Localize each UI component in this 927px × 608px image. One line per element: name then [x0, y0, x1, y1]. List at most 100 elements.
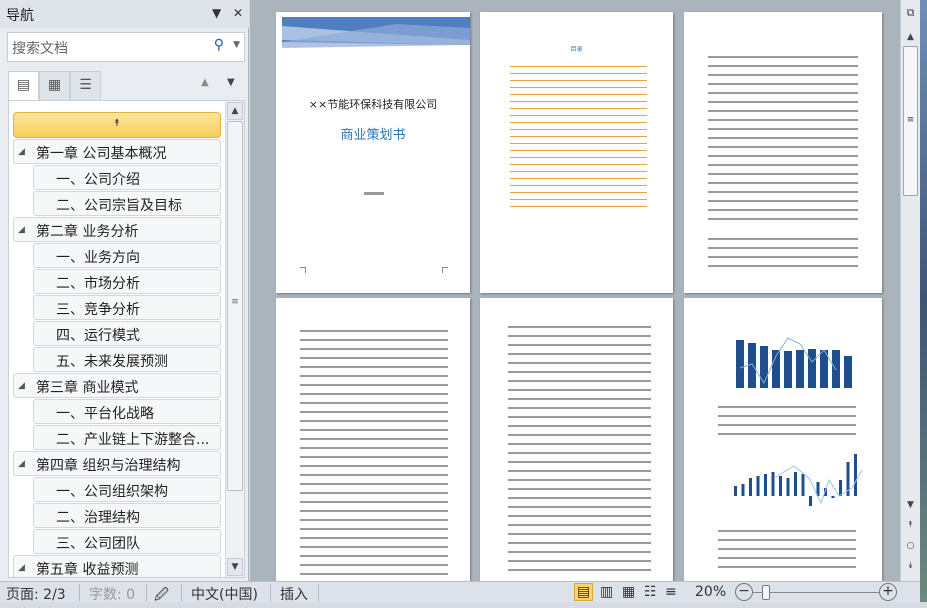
page-2-toc[interactable]: 目录 — [480, 12, 673, 293]
scroll-thumb[interactable]: ≡ — [227, 121, 243, 491]
page-1-cover[interactable]: ××节能环保科技有限公司 商业策划书 — [276, 12, 470, 293]
search-input[interactable]: 搜索文档 ⚲ ▼ — [7, 32, 245, 62]
chart-2 — [734, 454, 863, 506]
full-screen-reading-icon[interactable]: ▥ — [600, 584, 613, 600]
nav-heading-item[interactable]: 二、市场分析 — [33, 269, 221, 294]
previous-page-icon[interactable]: ⯭ — [903, 520, 918, 530]
browse-object-icon[interactable]: ○ — [903, 541, 918, 551]
chart-1 — [736, 337, 852, 388]
zoom-out-icon[interactable]: − — [735, 583, 753, 601]
chart-bar — [756, 476, 760, 496]
nav-heading-label: 四、运行模式 — [56, 328, 140, 344]
nav-scrollbar[interactable]: ▲ ≡ ▼ — [225, 101, 244, 577]
insert-mode[interactable]: 插入 — [280, 584, 308, 604]
scroll-up-icon[interactable]: ▲ — [227, 102, 243, 120]
scroll-down-icon[interactable]: ▼ — [227, 558, 243, 576]
tab-headings[interactable]: ▤ — [8, 71, 39, 101]
language-indicator[interactable]: 中文(中国) — [191, 584, 258, 604]
nav-heading-label: 五、未来发展预测 — [56, 354, 168, 370]
nav-heading-item[interactable]: 二、公司宗旨及目标 — [33, 191, 221, 216]
heading-list: ⯭ ◢ 第一章 公司基本概况一、公司介绍二、公司宗旨及目标 ◢ 第二章 业务分析一、业… — [8, 100, 245, 578]
chart-bar — [764, 474, 767, 496]
nav-heading-label: 二、治理结构 — [56, 510, 140, 526]
nav-heading-item[interactable]: 三、竞争分析 — [33, 295, 221, 320]
chart-bar — [794, 472, 797, 496]
zoom-slider-thumb[interactable] — [762, 585, 770, 600]
previous-icon[interactable]: ▲ — [201, 77, 209, 88]
document-area: ××节能环保科技有限公司 商业策划书 目录 — [250, 0, 900, 581]
next-icon[interactable]: ▼ — [227, 77, 235, 88]
page-5[interactable] — [480, 298, 673, 581]
tab-results[interactable]: ☰ — [70, 71, 101, 101]
zoom-slider[interactable] — [753, 592, 879, 593]
nav-heading-label: 三、竞争分析 — [56, 302, 140, 318]
chart-bar — [808, 349, 816, 388]
nav-heading-item[interactable]: ◢ 第一章 公司基本概况 — [13, 139, 221, 164]
pane-options-icon[interactable]: ▼ — [212, 6, 221, 20]
chart-bar — [786, 478, 790, 496]
tab-pages[interactable]: ▦ — [39, 71, 70, 101]
nav-heading-item[interactable]: 三、公司团队 — [33, 529, 221, 554]
chart-bar — [839, 480, 842, 496]
print-layout-icon[interactable]: ▤ — [574, 583, 594, 601]
page-6-charts[interactable] — [684, 298, 882, 581]
chevron-down-icon[interactable]: ▼ — [233, 40, 240, 50]
collapse-triangle-icon[interactable]: ◢ — [18, 225, 25, 235]
chart-bar — [749, 478, 752, 496]
search-icon[interactable]: ⚲ — [214, 37, 224, 53]
nav-heading-item[interactable]: 一、业务方向 — [33, 243, 221, 268]
outline-icon[interactable]: ☷ — [644, 584, 657, 600]
collapse-top-button[interactable]: ⯭ — [13, 112, 221, 138]
body-text — [300, 326, 448, 576]
nav-heading-label: 第二章 业务分析 — [36, 224, 139, 240]
nav-heading-item[interactable]: 二、产业链上下游整合... — [33, 425, 221, 450]
nav-heading-label: 第一章 公司基本概况 — [36, 146, 167, 162]
zoom-level[interactable]: 20% — [695, 584, 726, 600]
nav-heading-item[interactable]: 一、公司组织架构 — [33, 477, 221, 502]
ruler-toggle-icon[interactable]: ⧉ — [903, 6, 918, 20]
nav-heading-label: 二、市场分析 — [56, 276, 140, 292]
page-4[interactable] — [276, 298, 470, 581]
scroll-down-icon[interactable]: ▼ — [903, 500, 918, 510]
chart-bar — [854, 454, 857, 496]
corner-mark — [300, 267, 306, 273]
nav-heading-item[interactable]: ◢ 第三章 商业模式 — [13, 373, 221, 398]
nav-heading-item[interactable]: 四、运行模式 — [33, 321, 221, 346]
collapse-triangle-icon[interactable]: ◢ — [18, 381, 25, 391]
cover-title: 商业策划书 — [340, 128, 406, 143]
next-page-icon[interactable]: ⯯ — [903, 561, 918, 571]
nav-heading-item[interactable]: ◢ 第五章 收益预测 — [13, 555, 221, 577]
scroll-thumb[interactable]: ≡ — [903, 46, 918, 196]
nav-pane-title: 导航 ▼ ✕ — [0, 0, 249, 28]
collapse-triangle-icon[interactable]: ◢ — [18, 563, 25, 573]
nav-heading-label: 第四章 组织与治理结构 — [36, 458, 181, 474]
nav-heading-item[interactable]: ◢ 第四章 组织与治理结构 — [13, 451, 221, 476]
nav-heading-label: 一、业务方向 — [56, 250, 140, 266]
nav-heading-item[interactable]: 一、公司介绍 — [33, 165, 221, 190]
nav-heading-label: 一、平台化战略 — [56, 406, 154, 422]
page-3[interactable] — [684, 12, 882, 293]
chart-bar — [832, 350, 840, 388]
nav-heading-item[interactable]: 一、平台化战略 — [33, 399, 221, 424]
toc-heading: 目录 — [570, 46, 583, 53]
collapse-triangle-icon[interactable]: ◢ — [18, 459, 25, 469]
zoom-in-icon[interactable]: + — [879, 583, 897, 601]
nav-heading-item[interactable]: 二、治理结构 — [33, 503, 221, 528]
proofing-icon[interactable]: 🖉 — [154, 584, 169, 608]
draft-icon[interactable]: ≡ — [665, 584, 677, 600]
nav-heading-label: 一、公司介绍 — [56, 172, 140, 188]
body-text — [508, 322, 651, 572]
chart-bar — [760, 346, 768, 388]
word-count[interactable]: 字数: 0 — [89, 584, 135, 604]
close-icon[interactable]: ✕ — [233, 6, 243, 20]
collapse-triangle-icon[interactable]: ◢ — [18, 147, 25, 157]
web-layout-icon[interactable]: ▦ — [622, 584, 635, 600]
cover-banner — [282, 17, 470, 48]
document-scrollbar[interactable]: ⧉ ▲ ≡ ▼ ⯭ ○ ⯯ — [900, 0, 920, 581]
page-indicator[interactable]: 页面: 2/3 — [6, 584, 66, 604]
chart-bar — [771, 472, 775, 496]
scroll-up-icon[interactable]: ▲ — [903, 32, 918, 42]
chart-bar — [820, 350, 828, 388]
nav-heading-item[interactable]: 五、未来发展预测 — [33, 347, 221, 372]
nav-heading-item[interactable]: ◢ 第二章 业务分析 — [13, 217, 221, 242]
